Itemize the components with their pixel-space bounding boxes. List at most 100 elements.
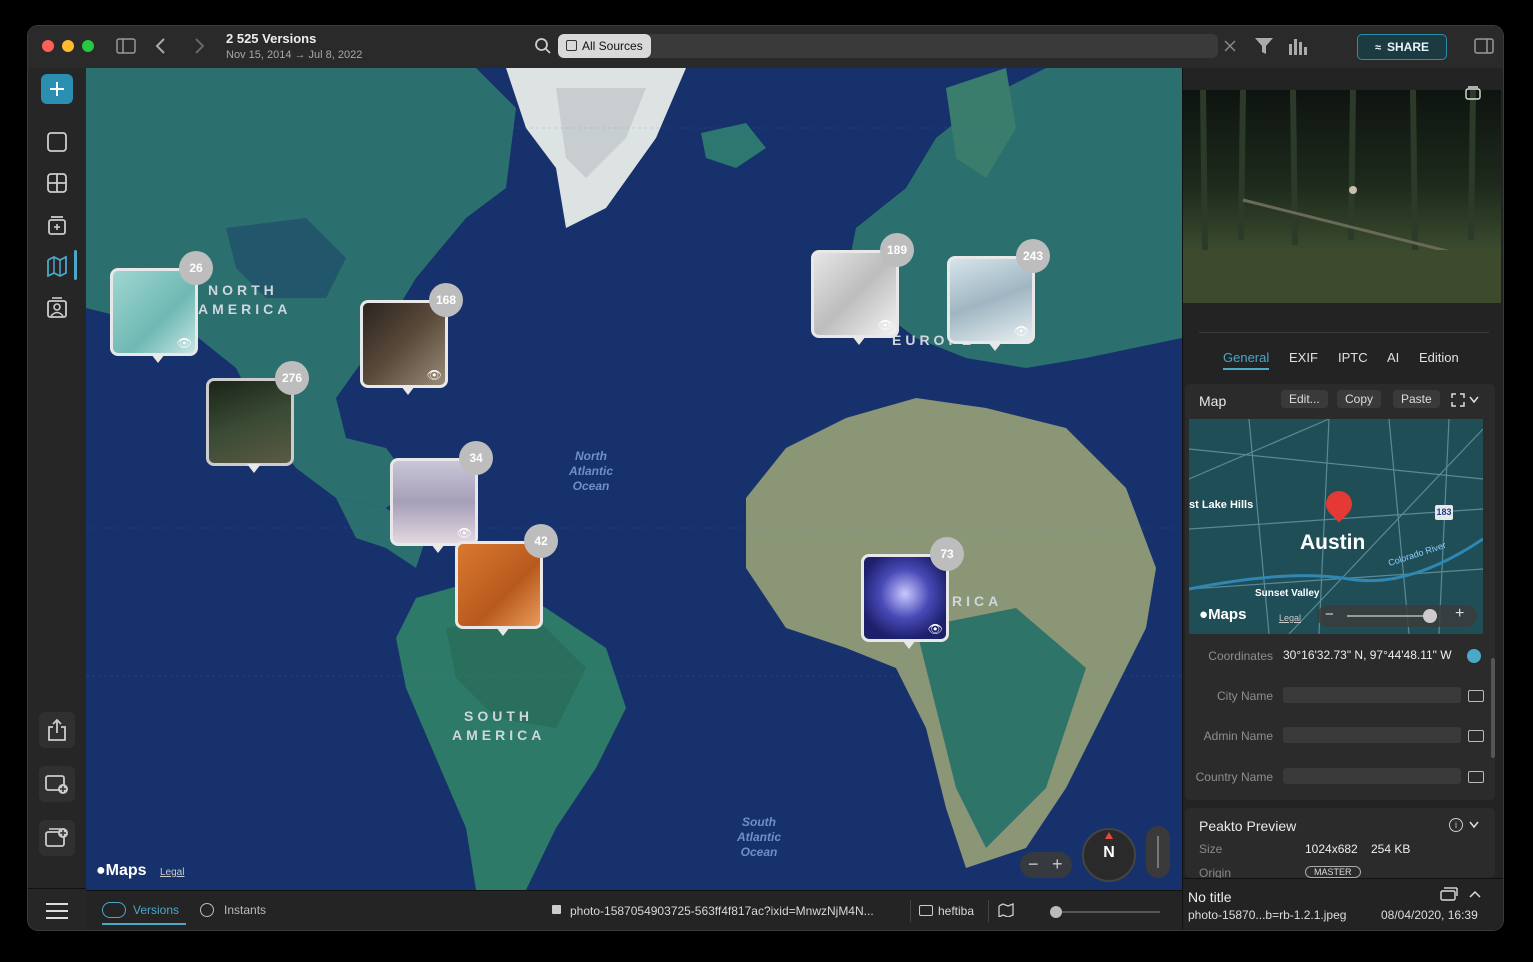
mini-map-label-sunset: Sunset Valley xyxy=(1255,588,1320,599)
forward-chevron-icon[interactable] xyxy=(194,37,206,55)
chevron-up-icon[interactable] xyxy=(1469,890,1481,898)
new-collection-button[interactable] xyxy=(39,820,75,856)
info-icon[interactable]: i xyxy=(1449,818,1463,832)
close-window-button[interactable] xyxy=(42,40,54,52)
clear-search-icon[interactable] xyxy=(1224,40,1236,52)
country-name-field[interactable] xyxy=(1283,768,1461,784)
mini-zoom-slider[interactable]: − + xyxy=(1317,605,1477,627)
edit-location-button[interactable]: Edit... xyxy=(1281,390,1328,408)
pin-tail xyxy=(247,464,261,473)
detach-preview-icon[interactable] xyxy=(1465,86,1481,100)
cluster-count: 276 xyxy=(275,361,309,395)
map-view-button[interactable] xyxy=(39,248,75,284)
eye-icon: 👁 xyxy=(176,336,192,350)
source-filter-chip[interactable]: All Sources xyxy=(558,34,651,58)
pin-tail xyxy=(902,640,916,649)
tab-edition[interactable]: Edition xyxy=(1419,350,1459,365)
filter-icon[interactable] xyxy=(1254,37,1274,55)
minimize-window-button[interactable] xyxy=(62,40,74,52)
map-cluster-26[interactable]: 26 👁 xyxy=(110,251,213,363)
slider-knob[interactable] xyxy=(1050,906,1062,918)
zoom-window-button[interactable] xyxy=(82,40,94,52)
tab-iptc[interactable]: IPTC xyxy=(1338,350,1368,365)
mini-zoom-in[interactable]: + xyxy=(1455,605,1464,623)
eye-icon: 👁 xyxy=(456,526,472,540)
versions-tab[interactable]: Versions xyxy=(133,903,179,917)
compass-button[interactable]: N xyxy=(1082,828,1136,882)
folder-icon[interactable] xyxy=(1468,771,1484,783)
map-landmass xyxy=(86,68,1182,890)
versions-toggle-icon[interactable] xyxy=(102,902,126,918)
map-small-icon[interactable] xyxy=(998,903,1014,917)
map-cluster-42[interactable]: 42 xyxy=(455,524,558,636)
share-button[interactable]: ≈ SHARE xyxy=(1357,34,1447,60)
folder-icon[interactable] xyxy=(1468,730,1484,742)
cluster-count: 243 xyxy=(1016,239,1050,273)
current-file-name: photo-1587054903725-563ff4f817ac?ixid=Mn… xyxy=(570,904,874,918)
mini-zoom-knob[interactable] xyxy=(1423,609,1437,623)
ocean-s-line1: South xyxy=(742,815,776,829)
mini-zoom-out[interactable]: − xyxy=(1325,606,1334,623)
pin-tail xyxy=(988,342,1002,351)
inspector-toggle-icon[interactable] xyxy=(1474,38,1494,54)
add-to-album-button[interactable] xyxy=(39,766,75,802)
map-icon xyxy=(47,255,67,277)
add-button[interactable] xyxy=(41,74,73,104)
tab-exif[interactable]: EXIF xyxy=(1289,350,1318,365)
edit-coordinates-icon[interactable] xyxy=(1467,649,1481,663)
stack-view-button[interactable] xyxy=(39,207,75,243)
mini-maps-text: Maps xyxy=(1208,606,1247,623)
back-chevron-icon[interactable] xyxy=(154,37,166,55)
map-cluster-168[interactable]: 168 👁 xyxy=(360,283,463,395)
export-button[interactable] xyxy=(39,712,75,748)
tab-general[interactable]: General xyxy=(1223,350,1269,365)
admin-name-field[interactable] xyxy=(1283,727,1461,743)
thumbnail-size-slider[interactable] xyxy=(1050,906,1160,918)
map-cluster-34[interactable]: 34 👁 xyxy=(390,441,493,553)
share-label: SHARE xyxy=(1387,40,1430,54)
pitch-slider[interactable] xyxy=(1146,826,1170,878)
inspector-scrollbar[interactable] xyxy=(1491,658,1495,758)
mini-legal-link[interactable]: Legal xyxy=(1279,613,1301,623)
inspector-footer: No title photo-15870...b=rb-1.2.1.jpeg 0… xyxy=(1183,878,1503,930)
world-map[interactable]: NORTH AMERICA EUROPE SOUTH AMERICA RICA … xyxy=(86,68,1182,890)
folder-name[interactable]: heftiba xyxy=(938,904,974,918)
apple-icon: ● xyxy=(1199,606,1209,623)
tab-ai[interactable]: AI xyxy=(1387,350,1399,365)
paste-location-button[interactable]: Paste xyxy=(1393,390,1440,408)
instants-tab[interactable]: Instants xyxy=(224,903,266,917)
map-cluster-243[interactable]: 243 👁 xyxy=(947,239,1050,351)
grid-icon xyxy=(47,173,67,193)
location-mini-map[interactable]: Austin st Lake Hills Sunset Valley Color… xyxy=(1189,419,1483,634)
single-view-button[interactable] xyxy=(39,124,75,160)
chevron-down-icon[interactable] xyxy=(1469,396,1479,404)
city-name-field[interactable] xyxy=(1283,687,1461,703)
map-cluster-189[interactable]: 189 👁 xyxy=(811,233,914,345)
stats-chart-icon[interactable] xyxy=(1288,36,1308,56)
zoom-in-button[interactable]: + xyxy=(1052,854,1063,875)
map-cluster-73[interactable]: 73 👁 xyxy=(861,537,964,649)
stack-icon xyxy=(48,216,66,235)
preview-image[interactable] xyxy=(1183,90,1501,303)
search-field[interactable]: All Sources xyxy=(558,34,1218,58)
instants-radio-icon[interactable] xyxy=(200,903,214,917)
search-icon[interactable] xyxy=(534,37,552,55)
label-south-atlantic: South Atlantic Ocean xyxy=(724,815,794,860)
zoom-out-button[interactable]: − xyxy=(1028,854,1039,875)
folder-icon[interactable] xyxy=(1468,690,1484,702)
hamburger-menu-icon[interactable] xyxy=(45,902,69,920)
photo-add-icon xyxy=(45,775,68,794)
copy-location-button[interactable]: Copy xyxy=(1337,390,1382,408)
stack-copies-icon[interactable] xyxy=(1440,887,1458,901)
chevron-down-icon[interactable] xyxy=(1469,821,1479,829)
sidebar-toggle-icon[interactable] xyxy=(116,38,136,54)
grid-view-button[interactable] xyxy=(39,165,75,201)
eye-icon: 👁 xyxy=(877,318,893,332)
coordinates-value[interactable]: 30°16'32.73" N, 97°44'48.11" W xyxy=(1283,648,1469,662)
legal-link[interactable]: Legal xyxy=(160,867,184,878)
compass-letter: N xyxy=(1103,844,1115,861)
people-view-button[interactable] xyxy=(39,290,75,326)
map-cluster-276[interactable]: 276 xyxy=(206,361,309,473)
expand-icon[interactable] xyxy=(1451,393,1465,407)
ocean-s-line2: Atlantic xyxy=(736,830,781,844)
